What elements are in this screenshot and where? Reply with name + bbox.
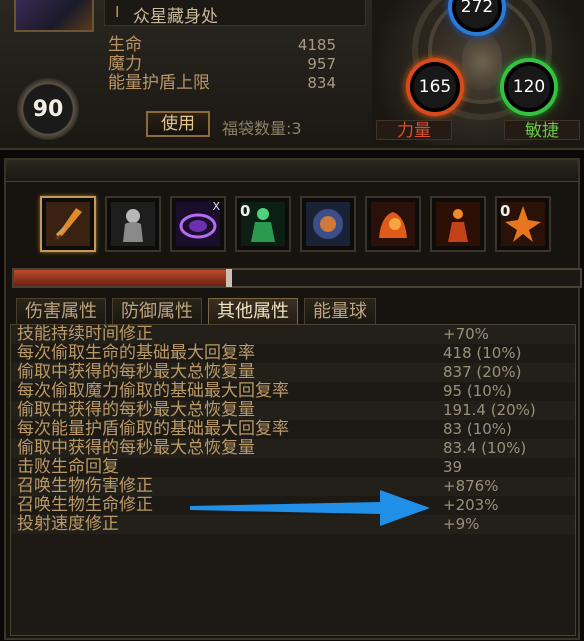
- stat-row-value: 837 (20%): [443, 363, 522, 381]
- progress-fill: [14, 270, 229, 286]
- skill-slot[interactable]: X: [170, 196, 226, 252]
- stat-row-label: 偷取中获得的每秒最大总恢复量: [17, 362, 255, 382]
- stat-row-value: +203%: [443, 496, 499, 514]
- attribute-ornament: 272 165 120 力量 敏捷: [372, 0, 584, 145]
- ornament-face: [462, 34, 502, 90]
- dexterity-label: 敏捷: [504, 120, 580, 141]
- stat-row-value: +70%: [443, 325, 489, 343]
- stat-row: 偷取中获得的每秒最大总恢复量 837 (20%): [11, 363, 575, 382]
- stat-row-label: 技能持续时间修正: [17, 324, 153, 344]
- stat-row-label: 召唤生物伤害修正: [17, 476, 153, 496]
- stat-row-value: 39: [443, 458, 463, 476]
- stat-row-label: 召唤生物生命修正: [17, 495, 153, 515]
- stat-row-label: 每次能量护盾偷取的基础最大回复率: [17, 419, 289, 439]
- stat-row-value: +9%: [443, 515, 480, 533]
- stat-row-value: 83 (10%): [443, 420, 512, 438]
- stat-row-label: 偷取中获得的每秒最大总恢复量: [17, 400, 255, 420]
- stat-row-label: 偷取中获得的每秒最大总恢复量: [17, 438, 255, 458]
- stat-row: 每次偷取魔力偷取的基础最大回复率 95 (10%): [11, 382, 575, 401]
- portal-icon: [306, 202, 350, 246]
- rank-icon: Ⅰ: [115, 3, 120, 21]
- skill-count: 0: [240, 202, 251, 220]
- skill-progress-bar: [12, 268, 582, 288]
- sword-icon: [46, 202, 90, 246]
- character-header: Ⅰ 众星藏身处 生命 4185 魔力 957 能量护盾上限 834 90 使用 …: [0, 0, 584, 150]
- skill-slot[interactable]: [430, 196, 486, 252]
- arrow-annotation: [190, 490, 430, 526]
- core-stats: 生命 4185 魔力 957 能量护盾上限 834: [104, 36, 366, 93]
- bag-count: 福袋数量:3: [222, 119, 302, 138]
- stat-value: 957: [307, 55, 336, 73]
- name-bar: Ⅰ 众星藏身处: [104, 0, 366, 27]
- stats-table: 技能持续时间修正 +70% 每次偷取生命的基础最大回复率 418 (10%) 偷取中获得…: [10, 324, 576, 636]
- stat-row: 偷取中获得的每秒最大总恢复量 83.4 (10%): [11, 439, 575, 458]
- level-number: 90: [32, 96, 64, 122]
- fist-fire-icon: [371, 202, 415, 246]
- skill-slot[interactable]: [300, 196, 356, 252]
- stat-value: 834: [307, 74, 336, 92]
- character-name: 众星藏身处: [133, 7, 218, 27]
- level-badge: 90: [17, 78, 79, 140]
- skill-slot[interactable]: [40, 196, 96, 252]
- stat-row-label: 投射速度修正: [17, 514, 119, 534]
- flame-body-icon: [436, 202, 480, 246]
- tab-bar: 伤害属性 防御属性 其他属性 能量球: [16, 298, 376, 324]
- stat-label: 能量护盾上限: [108, 73, 210, 93]
- tab-energy-orb[interactable]: 能量球: [304, 298, 376, 324]
- tab-other[interactable]: 其他属性: [208, 298, 298, 324]
- skill-bar: X 0 0: [40, 196, 551, 252]
- strength-orb: 165: [410, 62, 460, 112]
- skill-corner-mark: X: [212, 200, 220, 213]
- ghost-icon: [111, 202, 155, 246]
- skill-count: 0: [500, 202, 511, 220]
- stat-energy-shield: 能量护盾上限 834: [104, 74, 366, 93]
- stat-row: 偷取中获得的每秒最大总恢复量 191.4 (20%): [11, 401, 575, 420]
- tab-defense[interactable]: 防御属性: [112, 298, 202, 324]
- skill-slot[interactable]: [365, 196, 421, 252]
- stat-label: 生命: [108, 35, 142, 55]
- stat-mana: 魔力 957: [104, 55, 366, 74]
- attributes-panel: X 0 0 伤害属性 防御属性 其他属性 能量球 技能持续时间修正 +70% 每…: [4, 158, 582, 640]
- stat-row-label: 每次偷取魔力偷取的基础最大回复率: [17, 381, 289, 401]
- stat-row-value: 95 (10%): [443, 382, 512, 400]
- character-portrait: [14, 0, 94, 32]
- stat-row-value: +876%: [443, 477, 499, 495]
- stat-row-value: 418 (10%): [443, 344, 522, 362]
- skill-slot[interactable]: [105, 196, 161, 252]
- stat-row-value: 83.4 (10%): [443, 439, 527, 457]
- stat-row: 击败生命回复 39: [11, 458, 575, 477]
- stat-row: 技能持续时间修正 +70%: [11, 325, 575, 344]
- use-button[interactable]: 使用: [146, 111, 210, 137]
- panel-top-band: [6, 160, 578, 182]
- stat-row: 每次偷取生命的基础最大回复率 418 (10%): [11, 344, 575, 363]
- stat-row: 每次能量护盾偷取的基础最大回复率 83 (10%): [11, 420, 575, 439]
- tab-damage[interactable]: 伤害属性: [16, 298, 106, 324]
- progress-knob[interactable]: [226, 269, 232, 287]
- stat-row-value: 191.4 (20%): [443, 401, 536, 419]
- strength-label: 力量: [376, 120, 452, 141]
- skill-slot[interactable]: 0: [235, 196, 291, 252]
- stat-life: 生命 4185: [104, 36, 366, 55]
- stat-label: 魔力: [108, 54, 142, 74]
- stat-value: 4185: [297, 36, 336, 54]
- dexterity-orb: 120: [504, 62, 554, 112]
- stat-row-label: 击败生命回复: [17, 457, 119, 477]
- skill-slot[interactable]: 0: [495, 196, 551, 252]
- stat-row-label: 每次偷取生命的基础最大回复率: [17, 343, 255, 363]
